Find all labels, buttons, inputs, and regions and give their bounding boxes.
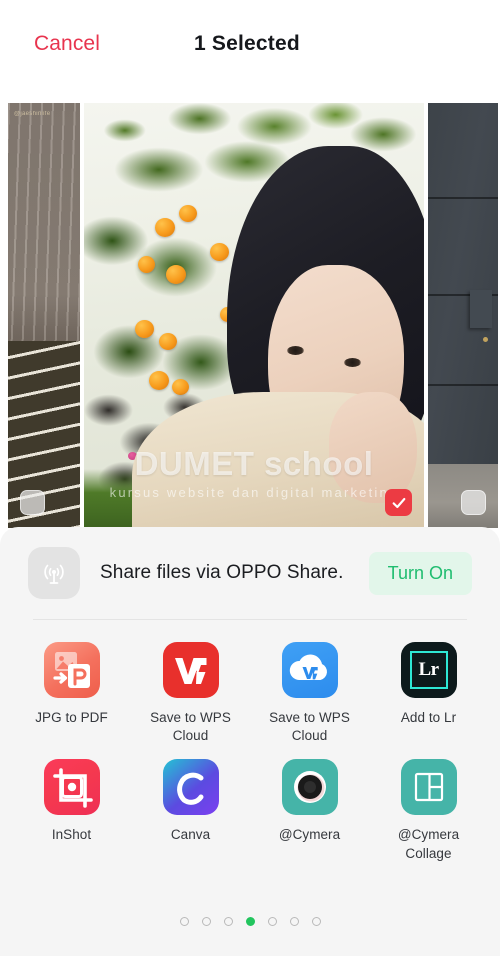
photo-person-hand [328,392,418,503]
photo-thumbnail-left[interactable]: @jaeshinlife [8,103,80,528]
photo-main-selected-badge[interactable] [385,489,412,516]
share-target-label: JPG to PDF [35,710,108,725]
orange-fruit [158,332,177,350]
turn-on-button[interactable]: Turn On [368,551,472,595]
photo-right-checkbox[interactable] [461,490,486,515]
photo-left-corner-tag: @jaeshinlife [14,111,51,117]
share-target-cymera-collage[interactable]: @Cymera Collage [369,759,488,862]
pagination-dot[interactable] [179,917,189,926]
share-target-jpg-to-pdf[interactable]: JPG to PDF [12,642,131,745]
photo-wall-panel [470,290,492,328]
jpg-to-pdf-icon [43,642,100,698]
top-bar: Cancel 1 Selected [0,0,500,88]
photo-thumbnail-main[interactable]: DUMET school kursus website dan digital … [84,103,424,528]
photo-carousel[interactable]: @jaeshinlife DUMET school kursus website… [0,88,500,536]
inshot-crop-glyph [52,768,93,809]
pagination-dots[interactable] [0,917,500,926]
share-target-wps-cloud[interactable]: Save to WPS Cloud [250,642,369,745]
pagination-dot[interactable] [245,917,255,926]
canva-c-glyph [176,773,203,806]
share-sheet: Share files via OPPO Share. Turn On JPG … [0,527,500,956]
share-target-grid: JPG to PDF Save to WPS Cloud Save to WPS… [0,620,500,863]
lightroom-icon: Lr [400,642,457,698]
photo-wall-knob [483,336,488,342]
cancel-button[interactable]: Cancel [34,32,100,56]
oppo-share-text: Share files via OPPO Share. [100,562,344,583]
broadcast-icon [28,547,80,599]
share-target-label: @Cymera Collage [397,827,460,861]
pagination-dot[interactable] [267,917,277,926]
orange-fruit [209,243,229,262]
lightroom-lr-text: Lr [418,659,439,680]
share-target-label: Canva [170,827,211,843]
share-target-label: Save to WPS Cloud [150,710,231,744]
pagination-dot[interactable] [201,917,211,926]
share-target-cymera[interactable]: @Cymera [250,759,369,862]
checkmark-icon [392,497,405,508]
share-target-canva[interactable]: Canva [131,759,250,862]
page-title: 1 Selected [194,32,300,55]
pagination-dot[interactable] [223,917,233,926]
share-target-label: @Cymera [278,827,341,843]
cymera-collage-icon [400,759,457,816]
photo-main-image [84,103,424,528]
pagination-dot[interactable] [289,917,299,926]
photo-person-eye [343,358,361,368]
share-target-label: Save to WPS Cloud [269,710,350,744]
canva-icon [162,759,219,816]
collage-grid-glyph [414,773,443,802]
jpg-to-pdf-glyph [52,652,90,688]
share-target-label: Add to Lr [400,710,457,725]
wps-cloud-glyph [289,654,327,680]
pagination-dot[interactable] [311,917,321,926]
cymera-camera-icon [281,759,338,816]
cymera-lens-glyph [293,771,326,804]
inshot-icon [43,759,100,816]
broadcast-glyph [44,564,64,584]
share-target-wps-office[interactable]: Save to WPS Cloud [131,642,250,745]
orange-fruit [155,217,176,237]
share-target-label: InShot [51,827,92,843]
wps-office-icon [162,642,219,698]
share-target-lightroom[interactable]: Lr Add to Lr [369,642,488,745]
oppo-share-banner[interactable]: Share files via OPPO Share. Turn On [0,527,500,619]
share-target-inshot[interactable]: InShot [12,759,131,862]
orange-fruit [135,319,154,338]
orange-fruit [165,264,186,284]
lightroom-frame: Lr [409,651,448,689]
photo-person-eye [286,346,304,356]
photo-left-checkbox[interactable] [20,490,45,515]
photo-wall-seam [428,196,498,199]
wps-cloud-icon [281,642,338,698]
wps-w-glyph [174,658,206,684]
photo-wall-seam [428,383,498,386]
photo-thumbnail-right[interactable] [428,103,498,528]
